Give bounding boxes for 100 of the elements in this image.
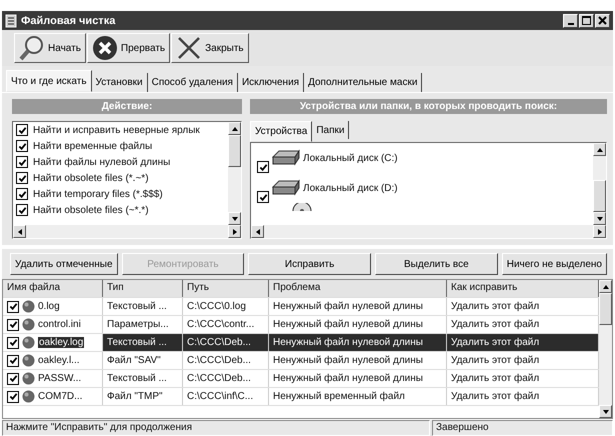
scroll-arrow-button[interactable] <box>599 280 612 293</box>
minimize-button[interactable] <box>563 14 578 28</box>
checkbox[interactable] <box>7 372 19 384</box>
table-cell: C:\CCC\contr... <box>187 319 254 330</box>
checkbox[interactable] <box>7 390 19 402</box>
arrow-icon <box>596 228 602 234</box>
option-label: Найти obsolete files (~*.*) <box>33 204 149 216</box>
scroll-arrow-button[interactable] <box>593 225 606 238</box>
table-cell: Файл "TMP" <box>107 391 163 402</box>
table-cell: control.ini <box>38 319 81 330</box>
status-ball-icon <box>22 300 35 313</box>
drive-label: Локальный диск (D:) <box>303 182 398 194</box>
table-cell: Файл "SAV" <box>107 355 161 366</box>
tab[interactable]: Устройства <box>250 121 312 142</box>
table-cell: COM7D... <box>38 391 82 402</box>
close-button[interactable] <box>595 14 610 28</box>
action-button[interactable]: Выделить все <box>375 253 498 275</box>
column-header[interactable]: Путь <box>183 280 269 297</box>
scroll-thumb[interactable] <box>593 180 606 212</box>
scrollbar[interactable] <box>599 280 612 418</box>
table-cell: Удалить этот файл <box>451 301 540 312</box>
arrow-icon <box>596 146 602 152</box>
table-cell: Текстовый ... <box>107 373 167 384</box>
table-cell: Текстовый ... <box>107 337 167 348</box>
checkbox[interactable] <box>257 161 269 173</box>
arrow-icon <box>596 216 602 222</box>
table-cell: Ненужный файл нулевой длины <box>273 355 423 366</box>
section-header: Действие: <box>12 99 242 114</box>
table-cell: C:\CCC\Deb... <box>187 373 251 384</box>
table-cell: oakley.l... <box>38 355 80 366</box>
action-button[interactable]: Удалить отмеченные <box>10 253 118 275</box>
scroll-thumb[interactable] <box>599 293 612 325</box>
column-header[interactable]: Имя файла <box>3 280 103 297</box>
table-cell: C:\CCC\Deb... <box>187 355 251 366</box>
checkbox[interactable] <box>16 140 28 152</box>
table-cell: Удалить этот файл <box>451 373 540 384</box>
checkbox[interactable] <box>257 191 269 203</box>
arrow-icon <box>232 126 238 132</box>
action-button[interactable]: Ничего не выделено <box>502 253 607 275</box>
scrollbar[interactable] <box>228 122 241 225</box>
checkbox[interactable] <box>16 124 28 136</box>
table-cell: 0.log <box>38 301 60 312</box>
arrow-icon <box>602 284 608 290</box>
toolbar-button[interactable]: Начать <box>14 33 86 63</box>
scroll-arrow-button[interactable] <box>593 143 606 156</box>
option-label: Найти файлы нулевой длины <box>33 156 170 168</box>
checkbox[interactable] <box>16 156 28 168</box>
arrow-icon <box>232 228 238 234</box>
toolbar-button[interactable]: Прервать <box>86 33 170 63</box>
table-cell: Текстовый ... <box>107 301 167 312</box>
scroll-arrow-button[interactable] <box>228 212 241 225</box>
table-cell: PASSW... <box>38 373 82 384</box>
checkbox[interactable] <box>16 204 28 216</box>
checkbox[interactable] <box>16 188 28 200</box>
table-cell: Удалить этот файл <box>451 391 540 402</box>
tab[interactable]: Что и где искать <box>6 70 92 92</box>
column-header[interactable]: Проблема <box>269 280 447 297</box>
table-cell: Удалить этот файл <box>451 337 540 348</box>
scrollbar[interactable] <box>251 225 606 238</box>
status-ball-icon <box>22 336 35 349</box>
status-text: Завершено <box>432 420 613 436</box>
close-icon <box>598 16 607 25</box>
maximize-button[interactable] <box>579 14 594 28</box>
status-ball-icon <box>22 390 35 403</box>
status-ball-icon <box>22 318 35 331</box>
checkbox[interactable] <box>7 318 19 330</box>
scrollbar[interactable] <box>13 225 241 238</box>
arrow-icon <box>254 228 260 234</box>
table-cell: C:\CCC\Deb... <box>187 337 251 348</box>
drive-label: Локальный диск (C:) <box>303 152 398 164</box>
search-icon <box>19 35 45 61</box>
arrow-icon <box>232 216 238 222</box>
scroll-arrow-button[interactable] <box>228 225 241 238</box>
section-header: Устройства или папки, в которых проводить поиск: <box>250 99 607 114</box>
checkbox[interactable] <box>16 172 28 184</box>
hard-drive-icon <box>271 149 301 167</box>
table-cell: Ненужный файл нулевой длины <box>273 301 423 312</box>
option-label: Найти obsolete files (*.~*) <box>33 172 149 184</box>
table-cell: C:\CCC\0.log <box>187 301 246 312</box>
scrollbar[interactable] <box>593 143 606 225</box>
checkbox[interactable] <box>7 336 19 348</box>
option-label: Найти temporary files (*.$$$) <box>33 188 163 200</box>
table-cell: Ненужный файл нулевой длины <box>273 337 423 348</box>
action-button[interactable]: Исправить <box>248 253 371 275</box>
maximize-icon <box>582 16 591 25</box>
status-ball-icon <box>22 354 35 367</box>
scroll-arrow-button[interactable] <box>599 405 612 418</box>
column-header[interactable]: Тип <box>103 280 183 297</box>
scroll-thumb[interactable] <box>228 135 241 167</box>
window-title: Файловая чистка <box>21 14 116 26</box>
checkbox[interactable] <box>7 354 19 366</box>
scroll-arrow-button[interactable] <box>13 225 26 238</box>
scroll-arrow-button[interactable] <box>593 212 606 225</box>
toolbar-button[interactable]: Закрыть <box>171 33 249 63</box>
arrow-icon <box>602 408 608 414</box>
option-label: Найти временные файлы <box>33 140 152 152</box>
scroll-arrow-button[interactable] <box>251 225 264 238</box>
checkbox[interactable] <box>7 300 19 312</box>
arrow-icon <box>16 228 22 234</box>
scroll-arrow-button[interactable] <box>228 122 241 135</box>
